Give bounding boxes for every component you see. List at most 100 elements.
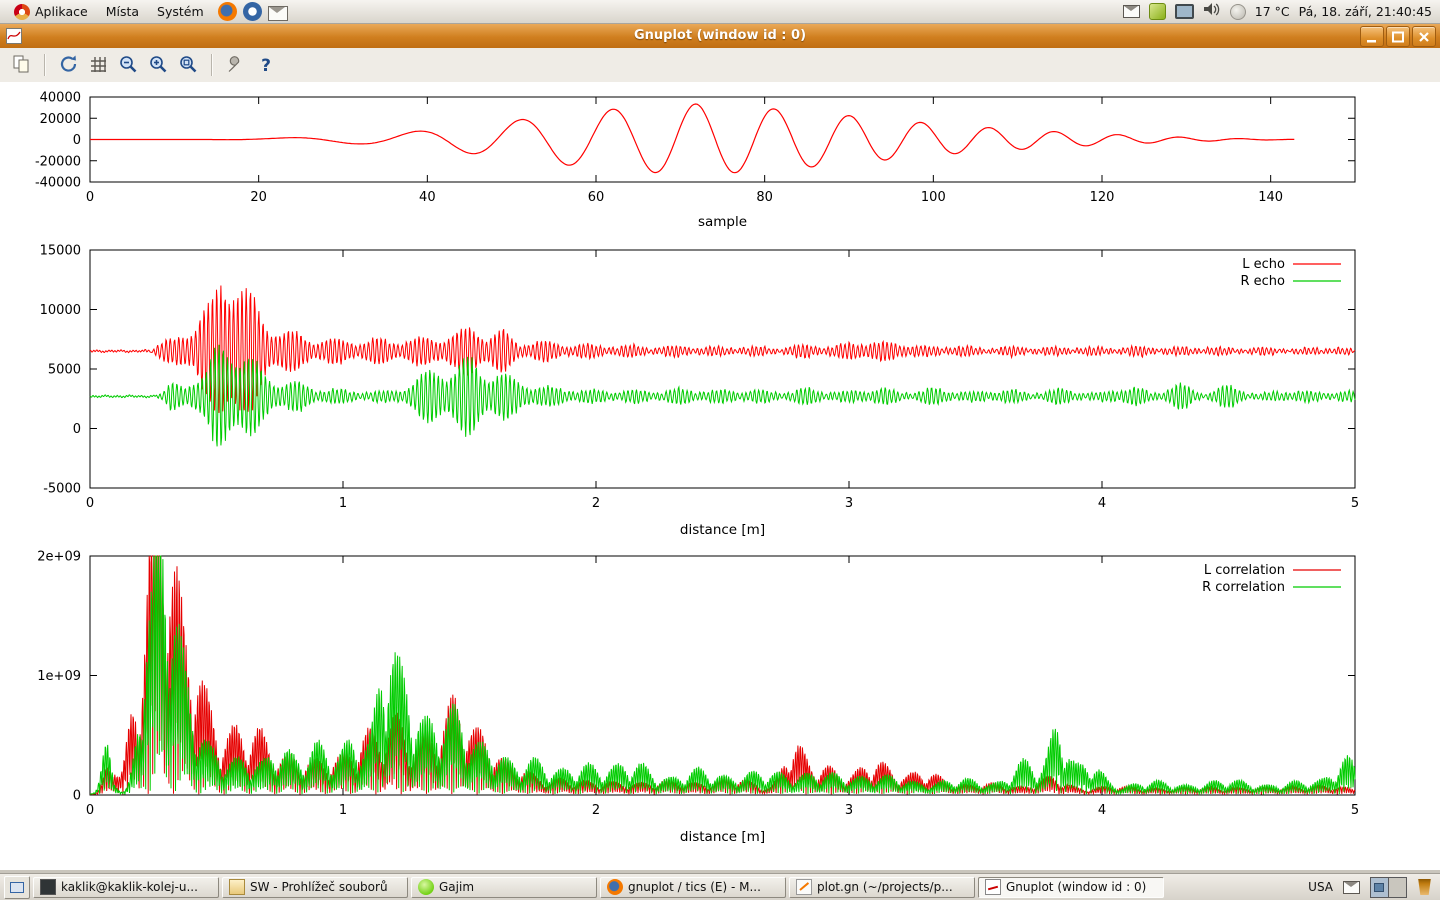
y-tick-label: 15000: [40, 244, 81, 259]
maximize-button[interactable]: [1386, 26, 1410, 47]
firefox-launcher-icon[interactable]: [218, 2, 237, 21]
window-controls: [1360, 26, 1436, 47]
svg-text:?: ?: [261, 56, 271, 76]
chart-0: 02040608010012014040000200000-20000-4000…: [35, 91, 1355, 231]
replot-button[interactable]: [55, 52, 82, 79]
workspace-switcher: [1370, 877, 1407, 898]
taskbar-window-button-label: plot.gn (~/projects/p...: [817, 880, 953, 894]
x-tick-label: 2: [592, 803, 600, 818]
temperature-label[interactable]: 17 °C: [1255, 4, 1290, 19]
file-manager-icon: [229, 879, 245, 895]
help-button[interactable]: ?: [252, 52, 279, 79]
show-desktop-button[interactable]: [4, 876, 30, 899]
x-tick-label: 140: [1258, 190, 1283, 205]
copy-button[interactable]: [8, 52, 35, 79]
panel-tray: 17 °C Pá, 18. září, 21:40:45: [1123, 2, 1434, 21]
chart-2: 0123452e+091e+090distance [m]L correlati…: [37, 550, 1359, 846]
taskbar-window-button-0[interactable]: kaklik@kaklik-kolej-u...: [33, 877, 219, 898]
x-tick-label: 100: [921, 190, 946, 205]
menu-system-label: Systém: [157, 4, 204, 19]
updates-icon[interactable]: [1149, 3, 1166, 20]
y-tick-label: 5000: [48, 363, 81, 378]
x-tick-label: 120: [1090, 190, 1115, 205]
y-tick-label: 10000: [40, 303, 81, 318]
taskbar-window-button-2[interactable]: Gajim: [411, 877, 597, 898]
x-tick-label: 40: [419, 190, 436, 205]
window-toolbar: ?: [0, 48, 1440, 83]
y-tick-label: 0: [73, 422, 81, 437]
grid-button[interactable]: [85, 52, 112, 79]
grid-icon: [87, 53, 111, 77]
clock-label[interactable]: Pá, 18. září, 21:40:45: [1299, 4, 1432, 19]
desktop: Aplikace Místa Systém 17 °C Pá, 18. září…: [0, 0, 1440, 900]
menu-system[interactable]: Systém: [149, 2, 212, 21]
autoscale-button[interactable]: [175, 52, 202, 79]
minimize-button[interactable]: [1360, 26, 1384, 47]
copy-icon: [10, 53, 34, 77]
gajim-icon: [418, 879, 434, 895]
x-tick-label: 20: [250, 190, 267, 205]
x-axis-title: sample: [698, 214, 747, 230]
mail-notification-icon[interactable]: [1123, 5, 1140, 18]
display-icon[interactable]: [1175, 4, 1194, 19]
plot-border: [90, 250, 1355, 488]
plot-border: [90, 556, 1355, 795]
text-editor-icon: [796, 879, 812, 895]
menu-places[interactable]: Místa: [98, 2, 147, 21]
taskbar-window-button-label: Gajim: [439, 880, 474, 894]
mail-launcher-icon[interactable]: [268, 6, 288, 21]
help-launcher-icon[interactable]: [243, 2, 262, 21]
taskbar-window-button-3[interactable]: gnuplot / tics (E) - M...: [600, 877, 786, 898]
toolbar-separator: [44, 54, 46, 76]
window-titlebar[interactable]: Gnuplot (window id : 0): [0, 24, 1440, 49]
x-tick-label: 0: [86, 496, 94, 511]
keyboard-layout-indicator[interactable]: USA: [1308, 880, 1333, 894]
series-l-correlation: [90, 556, 1355, 795]
y-tick-label: -40000: [35, 176, 81, 191]
workspace-1[interactable]: [1371, 878, 1388, 897]
y-tick-label: -5000: [43, 482, 81, 497]
taskbar-window-button-1[interactable]: SW - Prohlížeč souborů: [222, 877, 408, 898]
gnome-top-panel: Aplikace Místa Systém 17 °C Pá, 18. září…: [0, 0, 1440, 24]
tray-mail-icon[interactable]: [1343, 881, 1360, 894]
zoom-previous-icon: [117, 53, 141, 77]
window-list: kaklik@kaklik-kolej-u... SW - Prohlížeč s…: [33, 877, 1164, 898]
zoom-next-button[interactable]: [145, 52, 172, 79]
terminal-icon: [40, 879, 56, 895]
minimize-icon: [1363, 29, 1381, 45]
plot-canvas[interactable]: 02040608010012014040000200000-20000-4000…: [0, 82, 1440, 870]
configure-button[interactable]: [222, 52, 249, 79]
chart-1: 012345150001000050000-5000distance [m]L …: [40, 244, 1360, 539]
close-button[interactable]: [1412, 26, 1436, 47]
configure-icon: [224, 53, 248, 77]
weather-icon[interactable]: [1230, 4, 1246, 20]
firefox-icon: [607, 879, 623, 895]
workspace-2[interactable]: [1388, 878, 1406, 897]
legend-label: L correlation: [1204, 563, 1285, 578]
x-tick-label: 0: [86, 803, 94, 818]
volume-icon[interactable]: [1203, 2, 1221, 21]
gnuplot-icon: [985, 879, 1001, 895]
y-tick-label: 1e+09: [37, 669, 81, 684]
trash-icon[interactable]: [1417, 879, 1432, 895]
zoom-previous-button[interactable]: [115, 52, 142, 79]
distro-logo-icon: [14, 4, 30, 20]
menu-applications[interactable]: Aplikace: [6, 2, 96, 22]
toolbar-separator: [211, 54, 213, 76]
close-icon: [1415, 29, 1433, 45]
taskbar-window-button-4[interactable]: plot.gn (~/projects/p...: [789, 877, 975, 898]
taskbar-window-button-label: SW - Prohlížeč souborů: [250, 880, 388, 894]
maximize-icon: [1389, 29, 1407, 45]
x-tick-label: 5: [1351, 803, 1359, 818]
taskbar-window-button-label: kaklik@kaklik-kolej-u...: [61, 880, 198, 894]
x-axis-title: distance [m]: [680, 522, 765, 538]
x-tick-label: 2: [592, 496, 600, 511]
menu-applications-label: Aplikace: [35, 4, 88, 19]
y-tick-label: 0: [73, 789, 81, 804]
y-tick-label: 2e+09: [37, 550, 81, 565]
window-title: Gnuplot (window id : 0): [0, 28, 1440, 43]
y-tick-label: 0: [73, 133, 81, 148]
show-desktop-icon: [10, 882, 24, 893]
taskbar-window-button-label: gnuplot / tics (E) - M...: [628, 880, 761, 894]
taskbar-window-button-5[interactable]: Gnuplot (window id : 0): [978, 877, 1164, 898]
